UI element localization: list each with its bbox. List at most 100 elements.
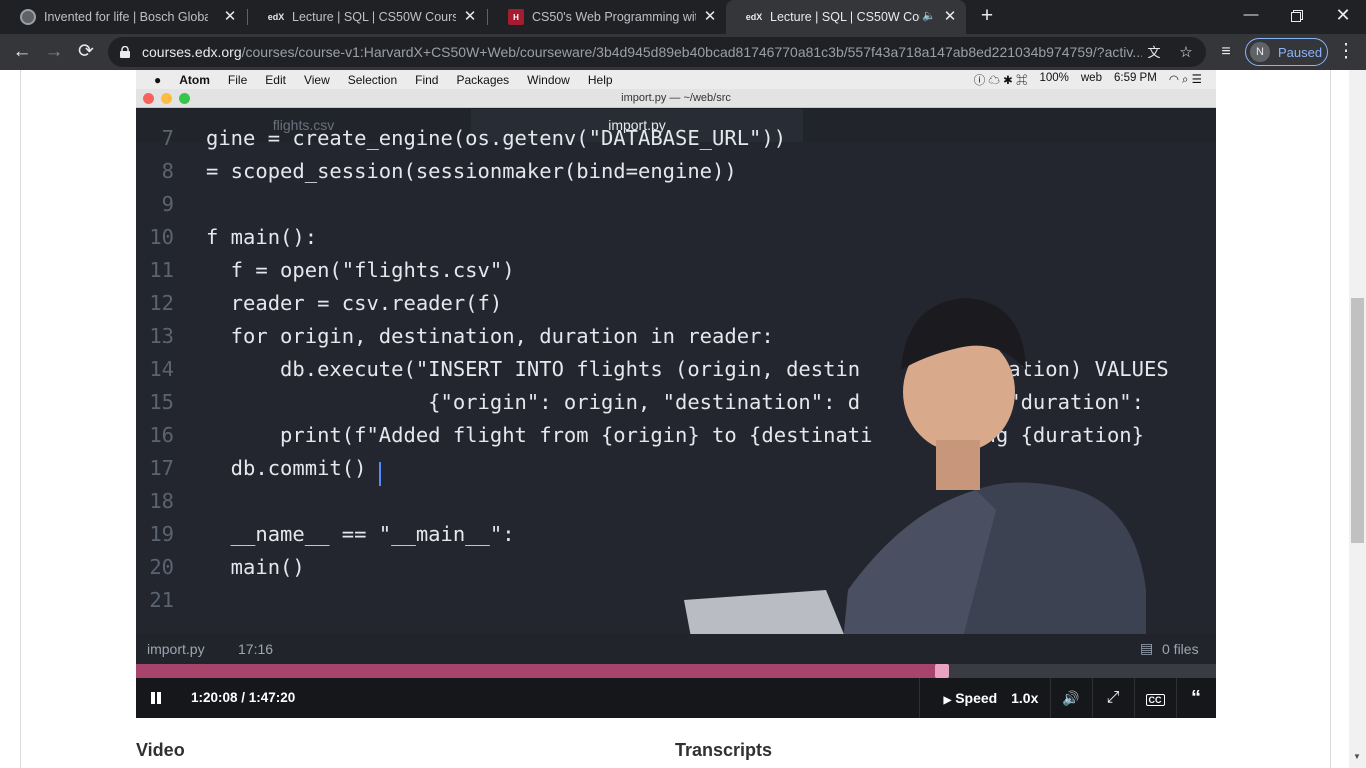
cc-icon: CC — [1145, 694, 1165, 706]
video-section-title: Video — [136, 740, 185, 760]
tab-cs50-web[interactable]: H CS50's Web Programming with P ✕ — [488, 0, 726, 34]
media-control-icon[interactable]: ≡ — [1212, 38, 1240, 66]
line-number: 10 — [149, 225, 174, 249]
line-number: 13 — [149, 324, 174, 348]
closed-captions-button[interactable]: CC — [1135, 678, 1175, 718]
wifi-search-icons: ◠ ⌕ ☰ — [1168, 74, 1202, 86]
code-line: db.commit() — [206, 456, 367, 480]
mac-menu-item: Selection — [347, 72, 398, 87]
pause-button[interactable] — [142, 678, 170, 718]
line-number: 21 — [149, 588, 174, 612]
mac-user: web — [1080, 72, 1102, 84]
close-tab-icon[interactable]: ✕ — [462, 9, 478, 25]
restore-button[interactable] — [1274, 0, 1320, 32]
mac-menu-item: File — [227, 72, 248, 87]
url-text: courses.edx.org/courses/course-v1:Harvar… — [142, 44, 1142, 60]
code-line: = scoped_session(sessionmaker(bind=engin… — [206, 159, 737, 183]
volume-button[interactable]: 🔊 — [1051, 678, 1091, 718]
line-number: 20 — [149, 555, 174, 579]
code-line: main() — [206, 555, 305, 579]
mac-clock: 6:59 PM — [1113, 72, 1157, 84]
code-line: {"origin": origin, "destination": d n, "… — [206, 390, 1144, 414]
video-progress-bar[interactable] — [136, 664, 1216, 678]
code-line: db.execute("INSERT INTO flights (origin,… — [206, 357, 1169, 381]
profile-status: Paused — [1278, 44, 1323, 60]
tab-edx-lecture[interactable]: edX Lecture | SQL | CS50W Coursewar ✕ — [248, 0, 486, 34]
translate-icon[interactable]: 文 — [1144, 43, 1164, 63]
address-bar[interactable]: courses.edx.org/courses/course-v1:Harvar… — [108, 37, 1206, 67]
video-controls: 1:20:08 / 1:47:20 ▶ Speed 1.0x 🔊 ⤢ CC “ — [136, 678, 1216, 718]
close-tab-icon[interactable]: ✕ — [942, 9, 958, 25]
scrollbar-thumb[interactable] — [1351, 298, 1364, 543]
page-content: ● Atom File Edit View Selection Find Pac… — [0, 70, 1366, 768]
lock-icon — [120, 46, 130, 58]
status-files: 0 files — [1162, 641, 1199, 657]
page-scrollbar[interactable]: ▼ — [1349, 70, 1366, 768]
line-number: 14 — [149, 357, 174, 381]
code-line: gine = create_engine(os.getenv("DATABASE… — [206, 126, 787, 150]
harvard-icon: H — [508, 9, 524, 25]
code-line: reader = csv.reader(f) — [206, 291, 503, 315]
speaker-icon[interactable]: 🔈 — [922, 9, 936, 22]
tab-edx-lecture-active[interactable]: edX Lecture | SQL | CS50W Cours 🔈 ✕ — [726, 0, 966, 34]
close-tab-icon[interactable]: ✕ — [222, 9, 238, 25]
mac-menu-item: Help — [587, 72, 613, 87]
pause-icon — [151, 692, 161, 704]
restore-icon — [1291, 10, 1303, 22]
status-cursor-pos: 17:16 — [238, 641, 274, 657]
forward-button[interactable]: → — [40, 38, 68, 66]
fullscreen-button[interactable]: ⤢ — [1093, 678, 1133, 718]
code-editor: 7 gine = create_engine(os.getenv("DATABAS… — [136, 126, 1216, 634]
progress-fill — [136, 664, 942, 678]
code-line: f = open("flights.csv") — [206, 258, 515, 282]
browser-toolbar: ← → ⟳ courses.edx.org/courses/course-v1:… — [0, 34, 1366, 70]
line-number: 9 — [161, 192, 174, 216]
code-line: for origin, destination, duration in rea… — [206, 324, 774, 348]
edx-icon: edX — [745, 12, 763, 22]
progress-knob[interactable] — [934, 664, 949, 678]
avatar: N — [1250, 42, 1270, 62]
mac-menu-app: Atom — [179, 72, 210, 87]
bookmark-star-icon[interactable]: ☆ — [1176, 43, 1196, 63]
bosch-icon — [20, 9, 36, 25]
apple-icon: ● — [154, 72, 162, 87]
battery-percent: 100% — [1039, 72, 1069, 84]
tab-strip: Invented for life | Bosch Global ✕ edX L… — [0, 0, 1366, 34]
minimize-light-icon — [161, 93, 172, 104]
line-number: 17 — [149, 456, 174, 480]
reload-button[interactable]: ⟳ — [72, 38, 100, 66]
close-light-icon — [143, 93, 154, 104]
text-cursor — [379, 462, 381, 486]
scroll-down-icon[interactable]: ▼ — [1353, 752, 1361, 761]
zoom-light-icon — [179, 93, 190, 104]
code-line: f main(): — [206, 225, 318, 249]
video-player[interactable]: ● Atom File Edit View Selection Find Pac… — [136, 70, 1216, 718]
line-number: 15 — [149, 390, 174, 414]
transcript-toggle-button[interactable]: “ — [1177, 678, 1215, 718]
mac-menu-item: Window — [527, 72, 570, 87]
edx-icon: edX — [267, 12, 285, 22]
transcripts-section-title: Transcripts — [675, 740, 773, 760]
line-number: 8 — [161, 159, 174, 183]
new-tab-button[interactable]: + — [976, 5, 998, 27]
speed-value: 1.0x — [1011, 690, 1039, 706]
editor-status-bar: import.py 17:16 ▤ 0 files — [136, 634, 1216, 664]
files-icon: ▤ — [1140, 640, 1154, 656]
mac-menu-item: Packages — [456, 72, 510, 87]
back-button[interactable]: ← — [8, 38, 36, 66]
menu-icon[interactable]: ⋮ — [1332, 38, 1360, 66]
line-number: 16 — [149, 423, 174, 447]
atom-window-title: import.py — ~/web/src — [136, 89, 1216, 108]
line-number: 11 — [149, 258, 174, 282]
close-window-button[interactable]: ✕ — [1320, 0, 1366, 32]
tab-bosch[interactable]: Invented for life | Bosch Global ✕ — [0, 0, 246, 34]
close-tab-icon[interactable]: ✕ — [702, 9, 718, 25]
line-number: 18 — [149, 489, 174, 513]
mac-status-icons: ⓘ ☁ ✱ ⌘ — [973, 75, 1028, 87]
profile-button[interactable]: N Paused — [1245, 38, 1328, 66]
mac-menu-item: Find — [415, 72, 439, 87]
tab-title: CS50's Web Programming with P — [532, 10, 696, 24]
speed-button[interactable]: ▶ Speed 1.0x — [933, 678, 1049, 718]
minimize-button[interactable]: — — [1228, 0, 1274, 32]
chevron-right-icon: ▶ — [943, 695, 952, 706]
